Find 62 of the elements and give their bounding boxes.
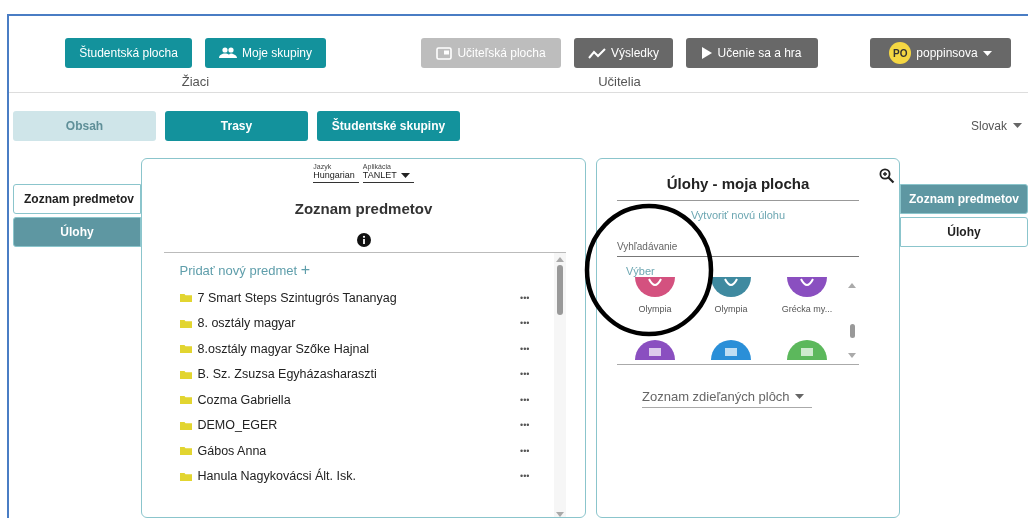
caret-icon	[1013, 123, 1022, 128]
group-label: Učitelia	[598, 74, 641, 89]
scroll-up-icon[interactable]	[555, 257, 564, 262]
scroll-down-icon[interactable]	[848, 353, 856, 358]
caret-icon	[400, 172, 410, 178]
more-menu[interactable]: •••	[520, 394, 530, 405]
side-tab[interactable]: Úlohy	[900, 217, 1028, 247]
people-icon	[219, 47, 237, 59]
user-menu-button[interactable]: PO poppinsova	[870, 38, 1011, 68]
folder-icon	[179, 293, 192, 303]
subject-name[interactable]: 8. osztály magyar	[197, 316, 296, 331]
more-menu[interactable]: •••	[520, 471, 530, 482]
content-tab-button[interactable]: Študentské skupiny	[317, 110, 460, 141]
subject-name[interactable]: Cozma Gabriella	[197, 392, 291, 407]
group-label: Žiaci	[181, 74, 210, 89]
more-menu[interactable]: •••	[520, 369, 530, 380]
subject-name[interactable]: DEMO_EGER	[197, 418, 278, 433]
more-menu[interactable]: •••	[520, 292, 530, 303]
content-tab-button[interactable]: Trasy	[165, 110, 308, 141]
more-menu[interactable]: •••	[520, 420, 530, 431]
subject-name[interactable]: 7 Smart Steps Szintugrós Tananyag	[197, 290, 397, 305]
scroll-thumb[interactable]	[556, 265, 563, 315]
caret-icon	[794, 394, 804, 399]
caret-icon	[982, 50, 992, 56]
folder-icon	[179, 344, 192, 354]
panel-title: Úlohy - moja plocha	[665, 175, 811, 192]
folder-icon	[179, 471, 192, 481]
nav-button[interactable]: Študentská plocha	[65, 38, 192, 68]
subject-name[interactable]: Hanula Nagykovácsi Ált. Isk.	[197, 469, 356, 484]
search-field[interactable]: Vyhľadávanie	[617, 239, 859, 257]
subject-name[interactable]: 8.osztály magyar Szőke Hajnal	[197, 341, 370, 356]
scroll-down-icon[interactable]	[555, 512, 564, 517]
info-icon	[356, 233, 371, 247]
scroll-up-icon[interactable]	[848, 283, 856, 288]
task-title[interactable]: Olympia	[714, 304, 748, 314]
scrollbar[interactable]	[553, 253, 566, 517]
more-menu[interactable]: •••	[520, 343, 530, 354]
selection-label: Výber	[626, 265, 656, 277]
zoom-in-icon[interactable]	[879, 168, 895, 184]
subject-name[interactable]: Gábos Anna	[197, 443, 267, 458]
screen-icon	[436, 46, 453, 60]
play-icon	[702, 47, 713, 59]
folder-icon	[179, 420, 192, 430]
language-dropdown[interactable]: Slovak	[970, 118, 1022, 133]
task-title[interactable]: Olympia	[638, 304, 672, 314]
panel-title: Zoznam predmetov	[294, 200, 433, 217]
folder-icon	[179, 446, 192, 456]
nav-button[interactable]: Učenie sa a hra	[686, 38, 818, 68]
scroll-thumb[interactable]	[849, 323, 855, 338]
line-chart-icon	[588, 47, 606, 59]
subject-name[interactable]: B. Sz. Zsuzsa Egyházasharaszti	[197, 367, 377, 382]
side-tab[interactable]: Zoznam predmetov	[13, 184, 141, 214]
more-menu[interactable]: •••	[520, 445, 530, 456]
shared-boards-dropdown[interactable]: Zoznam zdieľaných plôch	[642, 389, 812, 408]
task-title[interactable]: Grécka my...	[781, 304, 833, 314]
nav-button[interactable]: Moje skupiny	[205, 38, 326, 68]
more-menu[interactable]: •••	[520, 318, 530, 329]
folder-icon	[179, 318, 192, 328]
folder-icon	[179, 369, 192, 379]
avatar-initials: PO	[889, 42, 912, 64]
folder-icon	[179, 395, 192, 405]
nav-button[interactable]: Výsledky	[574, 38, 673, 68]
